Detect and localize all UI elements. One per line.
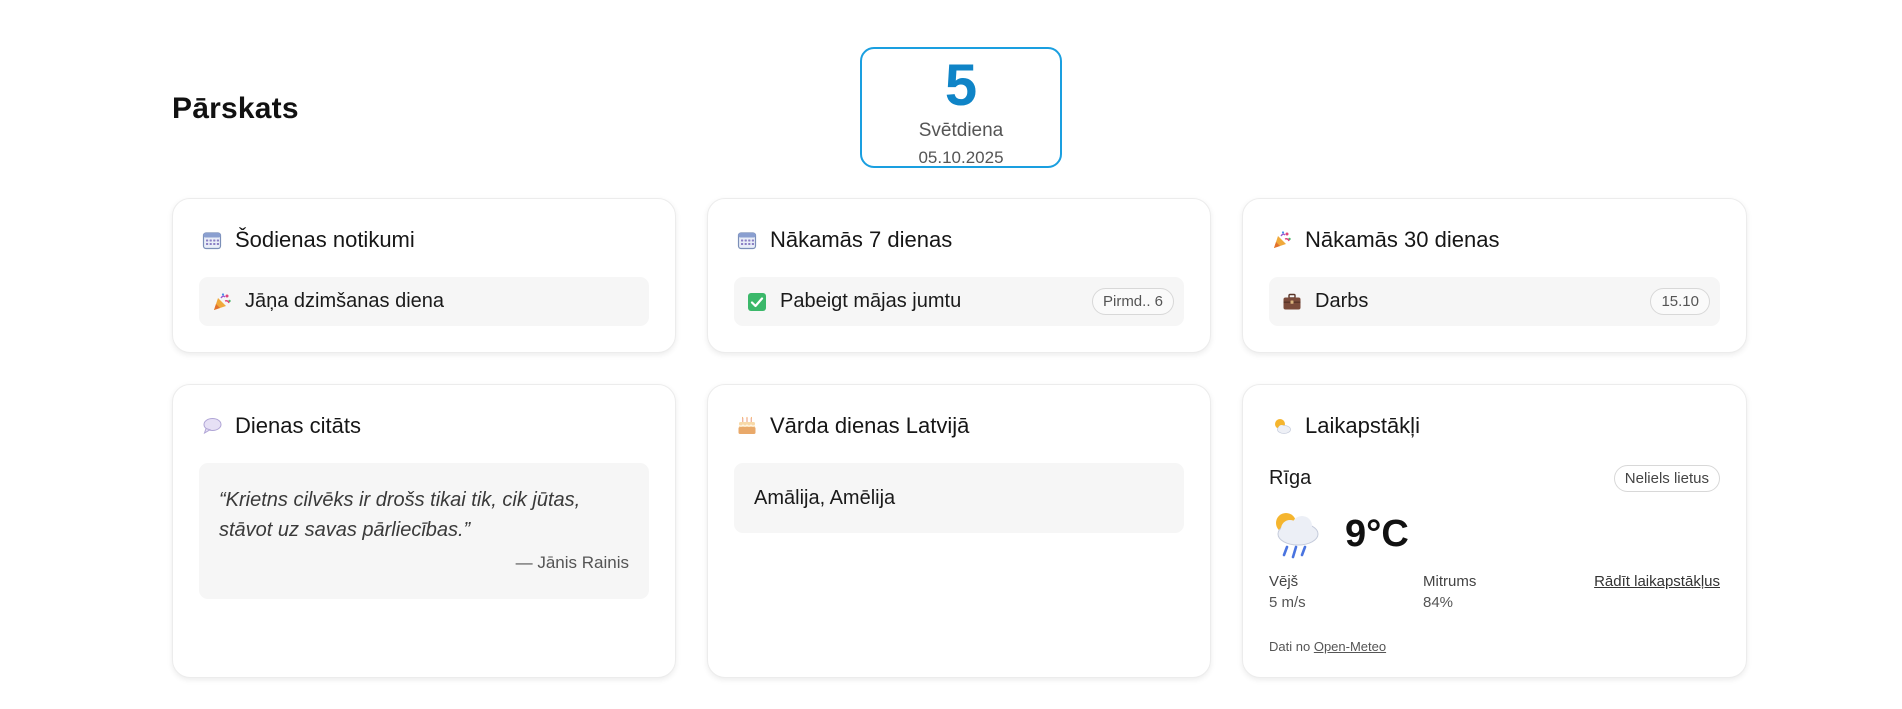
- card-header: Vārda dienas Latvijā: [736, 413, 969, 439]
- check-mark-icon: [746, 291, 768, 313]
- card-title: Dienas citāts: [235, 413, 361, 438]
- quote-card: Dienas citāts “Krietns cilvēks ir drošs …: [172, 384, 676, 678]
- weather-card: Laikapstākļi Rīga Neliels lietus 9°C Vēj…: [1242, 384, 1747, 678]
- briefcase-icon: [1281, 291, 1303, 313]
- humidity-label: Mitrums: [1423, 573, 1477, 590]
- card-header: Nākamās 7 dienas: [736, 227, 952, 253]
- open-meteo-link[interactable]: Open-Meteo: [1314, 639, 1386, 654]
- event-item[interactable]: Jāņa dzimšanas diena: [199, 277, 649, 326]
- speech-bubble-icon: [201, 415, 223, 437]
- card-title: Laikapstākļi: [1305, 413, 1420, 438]
- wind-value: 5 m/s: [1269, 594, 1306, 611]
- dashboard-page: Pārskats 5 Svētdiena 05.10.2025 Šodienas…: [172, 0, 1747, 709]
- rain-cloud-sun-icon: [1269, 509, 1323, 561]
- card-title: Šodienas notikumi: [235, 227, 415, 252]
- wind-label: Vējš: [1269, 573, 1299, 590]
- date-day-number: 5: [944, 53, 978, 118]
- name-days-card: Vārda dienas Latvijā Amālija, Amēlija: [707, 384, 1211, 678]
- event-label: Jāņa dzimšanas diena: [245, 290, 445, 312]
- card-title: Nākamās 30 dienas: [1305, 227, 1500, 252]
- quote-text: “Krietns cilvēks ir drošs tikai tik, cik…: [219, 489, 581, 541]
- weather-temperature: 9°C: [1345, 513, 1409, 555]
- party-popper-icon: [211, 291, 233, 313]
- card-title: Nākamās 7 dienas: [770, 227, 953, 252]
- weather-condition-badge: Neliels lietus: [1613, 465, 1720, 492]
- event-date-badge: 15.10: [1650, 288, 1710, 315]
- event-label: Pabeigt mājas jumtu: [780, 290, 962, 312]
- card-header: Laikapstākļi: [1271, 413, 1420, 439]
- card-header: Nākamās 30 dienas: [1271, 227, 1499, 253]
- date-full: 05.10.2025: [918, 148, 1004, 167]
- today-events-card: Šodienas notikumi Jāņa dzimšanas diena: [172, 198, 676, 353]
- quote-author: — Jānis Rainis: [515, 553, 629, 572]
- event-item[interactable]: Darbs 15.10: [1269, 277, 1720, 326]
- event-date-badge: Pirmd.. 6: [1091, 288, 1174, 315]
- event-item[interactable]: Pabeigt mājas jumtu Pirmd.. 6: [734, 277, 1184, 326]
- cake-icon: [736, 415, 758, 437]
- quote-box: “Krietns cilvēks ir drošs tikai tik, cik…: [199, 463, 649, 599]
- name-days-list: Amālija, Amēlija: [734, 463, 1184, 533]
- next-30-days-card: Nākamās 30 dienas Darbs 15.10: [1242, 198, 1747, 353]
- weather-city: Rīga: [1269, 467, 1312, 489]
- calendar-icon: [201, 229, 223, 251]
- show-weather-link[interactable]: Rādīt laikapstākļus: [1594, 573, 1720, 590]
- sun-behind-cloud-icon: [1271, 415, 1293, 437]
- card-header: Dienas citāts: [201, 413, 361, 439]
- page-title: Pārskats: [172, 92, 299, 125]
- calendar-icon: [736, 229, 758, 251]
- weather-source: Dati no Open-Meteo: [1269, 639, 1386, 654]
- humidity-value: 84%: [1423, 594, 1454, 611]
- weather-source-prefix: Dati no: [1269, 639, 1311, 654]
- event-label: Darbs: [1315, 290, 1369, 312]
- date-weekday: Svētdiena: [918, 120, 1004, 141]
- party-popper-icon: [1271, 229, 1293, 251]
- card-title: Vārda dienas Latvijā: [770, 413, 970, 438]
- current-date-box: 5 Svētdiena 05.10.2025: [860, 47, 1062, 168]
- card-header: Šodienas notikumi: [201, 227, 415, 253]
- next-7-days-card: Nākamās 7 dienas Pabeigt mājas jumtu Pir…: [707, 198, 1211, 353]
